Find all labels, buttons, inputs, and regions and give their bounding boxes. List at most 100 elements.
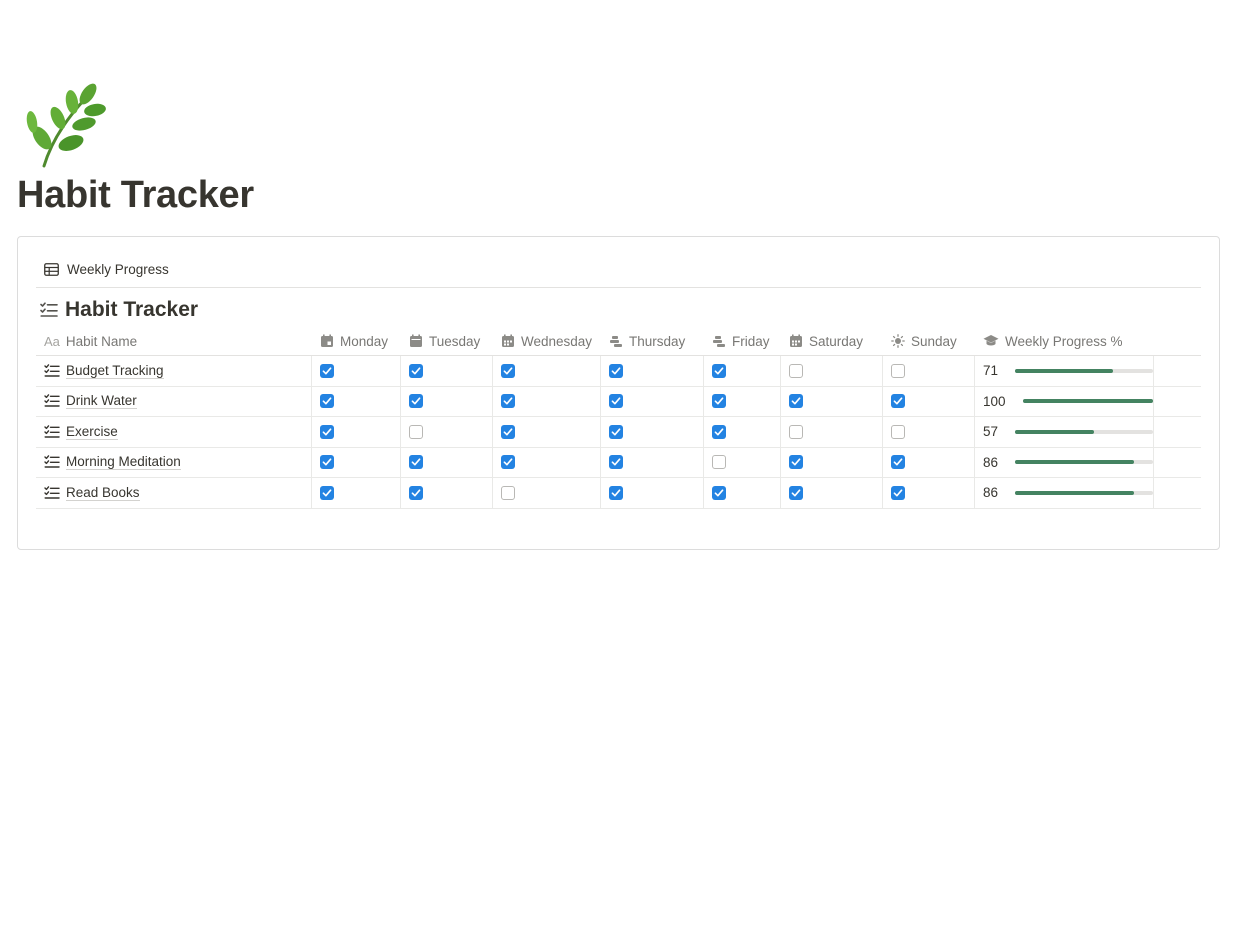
checklist-icon [40,302,58,318]
column-header-label: Tuesday [429,333,481,349]
saturday-checkbox[interactable] [789,424,803,439]
habit-name-cell[interactable]: Drink Water [36,386,312,416]
column-header-label: Wednesday [521,333,593,349]
table-row[interactable]: Morning Meditation 86 [36,447,1201,478]
thursday-checkbox[interactable] [609,485,623,500]
column-header-label: Weekly Progress % [1005,333,1123,349]
tuesday-checkbox[interactable] [409,455,423,470]
sun-icon [891,334,905,348]
column-header-friday[interactable]: Friday [704,327,781,355]
empty-cell [1154,387,1199,417]
wednesday-checkbox[interactable] [501,485,515,500]
friday-checkbox[interactable] [712,363,726,378]
table-row[interactable]: Budget Tracking 71 [36,356,1201,387]
habit-name[interactable]: Read Books [66,485,140,501]
column-header-weekly-progress[interactable]: Weekly Progress % [975,327,1154,355]
weekly-progress-cell: 57 [975,417,1154,447]
calendar-grid-icon [789,334,803,348]
text-property-icon: Aa [44,333,60,349]
weekly-progress-cell: 86 [975,447,1154,477]
progress-bar [1014,368,1153,373]
habit-name[interactable]: Drink Water [66,393,137,410]
friday-checkbox[interactable] [712,485,726,500]
tuesday-checkbox[interactable] [409,424,423,439]
sunday-checkbox[interactable] [891,424,905,439]
habit-name-cell[interactable]: Morning Meditation [36,447,312,477]
column-header-habit-name[interactable]: Aa Habit Name [36,327,312,355]
weekly-progress-cell: 86 [975,478,1154,508]
page-title[interactable]: Habit Tracker [17,174,254,217]
weekly-progress-value: 57 [983,424,999,440]
herb-icon[interactable] [18,80,108,170]
progress-bar-fill [1014,429,1094,434]
monday-checkbox[interactable] [320,363,334,378]
column-header-tuesday[interactable]: Tuesday [401,327,493,355]
view-tab-weekly-progress[interactable]: Weekly Progress [44,259,169,279]
sunday-cell [883,386,975,416]
friday-checkbox[interactable] [712,455,726,470]
thursday-checkbox[interactable] [609,363,623,378]
friday-cell [704,356,781,386]
calendar-icon [320,334,334,348]
saturday-checkbox[interactable] [789,485,803,500]
habit-name[interactable]: Morning Meditation [66,454,181,471]
habit-name-cell[interactable]: Read Books [36,478,312,508]
progress-bar-fill [1014,368,1113,373]
friday-checkbox[interactable] [712,394,726,409]
friday-checkbox[interactable] [712,424,726,439]
sunday-checkbox[interactable] [891,363,905,378]
wednesday-checkbox[interactable] [501,394,515,409]
column-header-wednesday[interactable]: Wednesday [493,327,601,355]
tuesday-cell [401,478,493,508]
column-header-thursday[interactable]: Thursday [601,327,704,355]
column-header-saturday[interactable]: Saturday [781,327,883,355]
wednesday-checkbox[interactable] [501,424,515,439]
weekly-progress-value: 71 [983,363,999,379]
wednesday-checkbox[interactable] [501,363,515,378]
checklist-icon [44,455,60,469]
habit-name-cell[interactable]: Exercise [36,417,312,447]
column-header-sunday[interactable]: Sunday [883,327,975,355]
monday-checkbox[interactable] [320,455,334,470]
timeline-icon [609,334,623,348]
monday-cell [312,447,401,477]
thursday-checkbox[interactable] [609,455,623,470]
table-row[interactable]: Read Books 86 [36,478,1201,509]
saturday-checkbox[interactable] [789,455,803,470]
column-header-label: Friday [732,333,770,349]
wednesday-cell [493,417,601,447]
saturday-checkbox[interactable] [789,363,803,378]
table-row[interactable]: Exercise 57 [36,417,1201,448]
friday-cell [704,386,781,416]
saturday-cell [781,478,883,508]
sunday-checkbox[interactable] [891,485,905,500]
thursday-cell [601,447,704,477]
progress-bar [1014,490,1153,495]
table-body: Budget Tracking 71 Drink Water 100 Exercise 5… [36,356,1201,509]
database-title[interactable]: Habit Tracker [40,297,198,323]
saturday-checkbox[interactable] [789,394,803,409]
thursday-checkbox[interactable] [609,424,623,439]
tuesday-checkbox[interactable] [409,363,423,378]
column-header-monday[interactable]: Monday [312,327,401,355]
habit-name[interactable]: Exercise [66,424,118,440]
wednesday-cell [493,356,601,386]
tuesday-checkbox[interactable] [409,394,423,409]
thursday-checkbox[interactable] [609,394,623,409]
habit-name-cell[interactable]: Budget Tracking [36,356,312,386]
monday-checkbox[interactable] [320,485,334,500]
monday-checkbox[interactable] [320,394,334,409]
habit-name[interactable]: Budget Tracking [66,363,164,379]
tuesday-cell [401,386,493,416]
sunday-checkbox[interactable] [891,394,905,409]
friday-cell [704,417,781,447]
tuesday-cell [401,356,493,386]
checklist-icon [44,394,60,408]
saturday-cell [781,417,883,447]
sunday-checkbox[interactable] [891,455,905,470]
table-row[interactable]: Drink Water 100 [36,386,1201,417]
progress-bar-fill [1014,490,1134,495]
wednesday-checkbox[interactable] [501,455,515,470]
monday-checkbox[interactable] [320,424,334,439]
tuesday-checkbox[interactable] [409,485,423,500]
